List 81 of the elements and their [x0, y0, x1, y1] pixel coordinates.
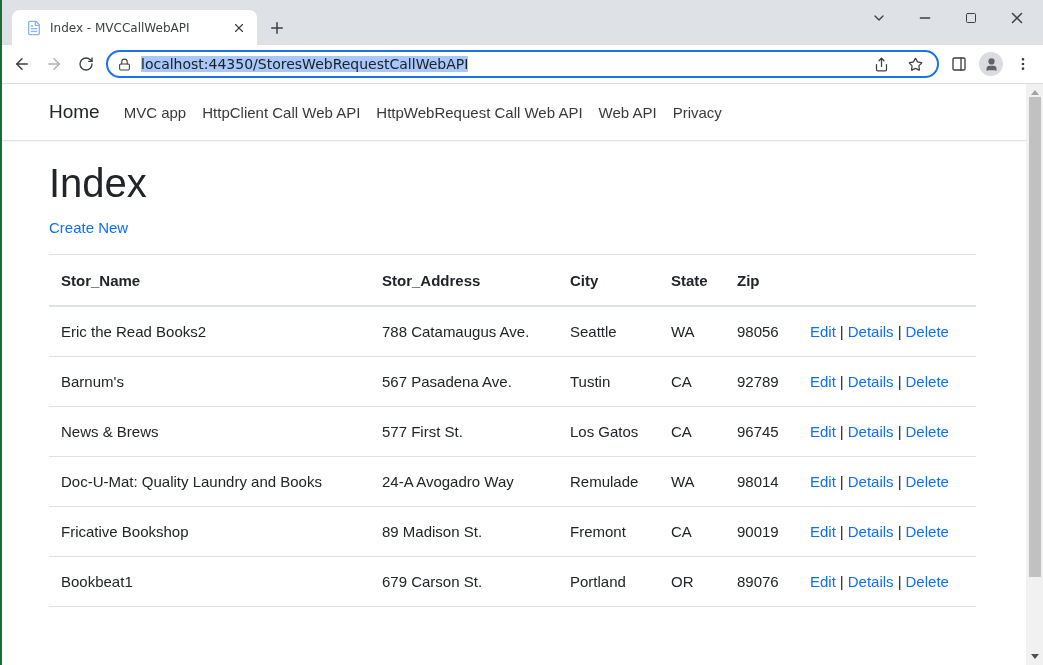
row-action-link[interactable]: Delete: [905, 523, 949, 540]
table-cell: 577 First St.: [370, 406, 558, 457]
table-cell: Barnum's: [49, 356, 370, 407]
scrollbar[interactable]: [1026, 84, 1043, 665]
table-cell: 89076: [725, 556, 798, 607]
row-action-link[interactable]: Edit: [810, 473, 836, 490]
table-cell: 98056: [725, 306, 798, 357]
table-cell: CA: [659, 406, 725, 457]
column-header: City: [558, 254, 659, 306]
table-cell: CA: [659, 506, 725, 557]
table-cell: 567 Pasadena Ave.: [370, 356, 558, 407]
row-action-link[interactable]: Edit: [810, 523, 836, 540]
table-cell: 96745: [725, 406, 798, 457]
address-bar[interactable]: localhost:44350/StoresWebRequestCallWebAPI: [106, 50, 939, 78]
column-header: Stor_Address: [370, 254, 558, 306]
link-separator: |: [839, 423, 844, 440]
row-action-link[interactable]: Details: [847, 573, 894, 590]
profile-icon[interactable]: [979, 52, 1003, 76]
table-cell: News & Brews: [49, 406, 370, 457]
row-action-link[interactable]: Details: [847, 523, 894, 540]
row-action-link[interactable]: Edit: [810, 373, 836, 390]
table-cell: OR: [659, 556, 725, 607]
table-cell: 24-A Avogadro Way: [370, 456, 558, 507]
browser-tab[interactable]: Index - MVCCallWebAPI: [12, 10, 257, 45]
tab-title: Index - MVCCallWebAPI: [50, 20, 191, 35]
link-separator: |: [897, 573, 902, 590]
table-cell: WA: [659, 306, 725, 357]
link-separator: |: [839, 523, 844, 540]
column-header: State: [659, 254, 725, 306]
row-action-link[interactable]: Delete: [905, 373, 949, 390]
table-cell: 98014: [725, 456, 798, 507]
row-action-link[interactable]: Delete: [905, 423, 949, 440]
table-cell: Fricative Bookshop: [49, 506, 370, 557]
row-action-link[interactable]: Edit: [810, 423, 836, 440]
nav-link[interactable]: HttpWebRequest Call Web API: [376, 103, 583, 121]
row-action-link[interactable]: Delete: [905, 323, 949, 340]
table-cell: 679 Carson St.: [370, 556, 558, 607]
row-action-link[interactable]: Delete: [905, 473, 949, 490]
column-header: Stor_Name: [49, 254, 370, 306]
column-header: Zip: [725, 254, 798, 306]
row-action-link[interactable]: Details: [847, 373, 894, 390]
url-text: localhost:44350/StoresWebRequestCallWebAPI: [141, 56, 469, 72]
link-separator: |: [897, 523, 902, 540]
link-separator: |: [839, 473, 844, 490]
nav-link[interactable]: MVC app: [123, 103, 187, 121]
create-new-link[interactable]: Create New: [49, 219, 129, 236]
nav-link[interactable]: HttpClient Call Web API: [202, 103, 361, 121]
document-icon: [26, 19, 42, 36]
table-cell: 90019: [725, 506, 798, 557]
row-action-link[interactable]: Edit: [810, 573, 836, 590]
row-action-link[interactable]: Details: [847, 323, 894, 340]
table-cell: 92789: [725, 356, 798, 407]
link-separator: |: [839, 323, 844, 340]
link-separator: |: [897, 323, 902, 340]
table-cell: CA: [659, 356, 725, 407]
table-cell: Los Gatos: [558, 406, 659, 457]
link-separator: |: [839, 573, 844, 590]
nav-link[interactable]: Privacy: [672, 103, 722, 121]
table-cell: Portland: [558, 556, 659, 607]
link-separator: |: [839, 373, 844, 390]
table-cell: 89 Madison St.: [370, 506, 558, 557]
row-action-link[interactable]: Details: [847, 473, 894, 490]
home-link[interactable]: Home: [49, 101, 100, 123]
lock-icon: [118, 57, 131, 71]
table-cell: Fremont: [558, 506, 659, 557]
link-separator: |: [897, 423, 902, 440]
nav-link[interactable]: Web API: [598, 103, 657, 121]
link-separator: |: [897, 473, 902, 490]
table-cell: WA: [659, 456, 725, 507]
page-heading: Index: [49, 161, 148, 206]
link-separator: |: [897, 373, 902, 390]
table-cell: Tustin: [558, 356, 659, 407]
table-cell: Doc-U-Mat: Quality Laundry and Books: [49, 456, 370, 507]
table-cell: Eric the Read Books2: [49, 306, 370, 357]
table-cell: Bookbeat1: [49, 556, 370, 607]
table-cell: 788 Catamaugus Ave.: [370, 306, 558, 357]
table-cell: Seattle: [558, 306, 659, 357]
table-cell: Remulade: [558, 456, 659, 507]
row-action-link[interactable]: Delete: [905, 573, 949, 590]
row-action-link[interactable]: Edit: [810, 323, 836, 340]
row-action-link[interactable]: Details: [847, 423, 894, 440]
